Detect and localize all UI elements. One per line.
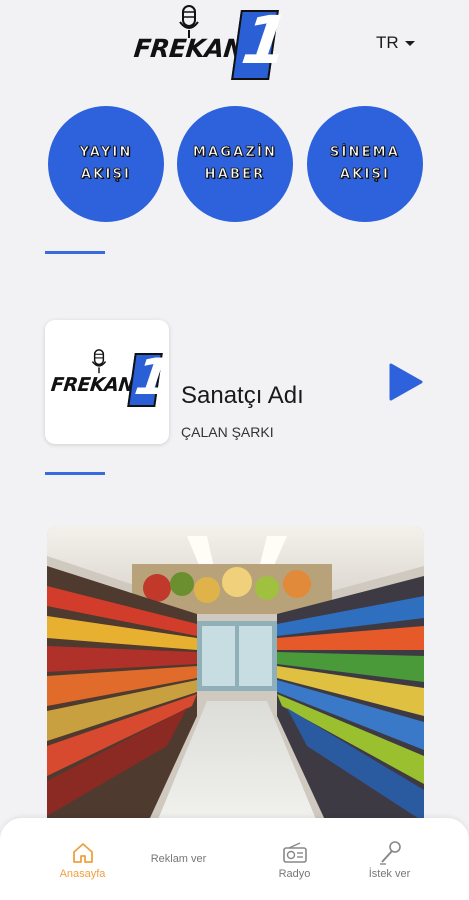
artwork-logo-number: 1 [131,348,175,406]
magazin-haber-button[interactable]: MAGAZİN HABER [177,106,293,222]
frekans1-logo: FREKANS 1 [130,2,294,82]
sinema-akisi-button[interactable]: SİNEMA AKIŞI [307,106,423,222]
circle-label-line2: AKIŞI [339,167,391,183]
nav-request-label: İstek ver [368,868,411,880]
nav-radio-label: Radyo [278,868,311,880]
section-divider [45,251,105,254]
language-label: TR [376,33,399,52]
yayin-akisi-button[interactable]: YAYIN AKIŞI [48,106,164,222]
home-icon [72,843,93,863]
supermarket-aisle-image [47,526,424,846]
nav-request[interactable]: İstek ver [331,818,448,900]
bottom-navigation: Anasayfa Reklam ver Radyo İstek ver [0,818,469,900]
app-header: FREKANS 1 TR [0,0,469,90]
song-title: ÇALAN ŞARKI [181,424,274,440]
section-divider [45,472,105,475]
logo-number-badge: 1 [231,2,294,80]
artist-name: Sanatçı Adı [181,382,304,409]
now-playing-artwork: FREKANS 1 [45,320,174,444]
circle-label-line2: AKIŞI [80,167,132,183]
circle-label-line1: MAGAZİN [192,145,278,161]
nav-advertise-label: Reklam ver [150,853,207,865]
radio-icon [282,842,307,863]
language-selector[interactable]: TR [376,33,415,53]
nav-advertise[interactable]: Reklam ver [120,818,237,900]
microphone-request-icon [379,841,401,865]
play-icon[interactable] [388,362,424,402]
logo-number: 1 [237,2,294,79]
nav-home-label: Anasayfa [59,868,106,880]
circle-label-line2: HABER [204,167,266,183]
circle-label-line1: SİNEMA [329,145,401,161]
artwork-logo-number-badge: 1 [127,348,174,407]
promo-banner-image[interactable] [47,526,424,846]
circle-label-line1: YAYIN [79,145,133,161]
caret-down-icon [404,40,415,46]
